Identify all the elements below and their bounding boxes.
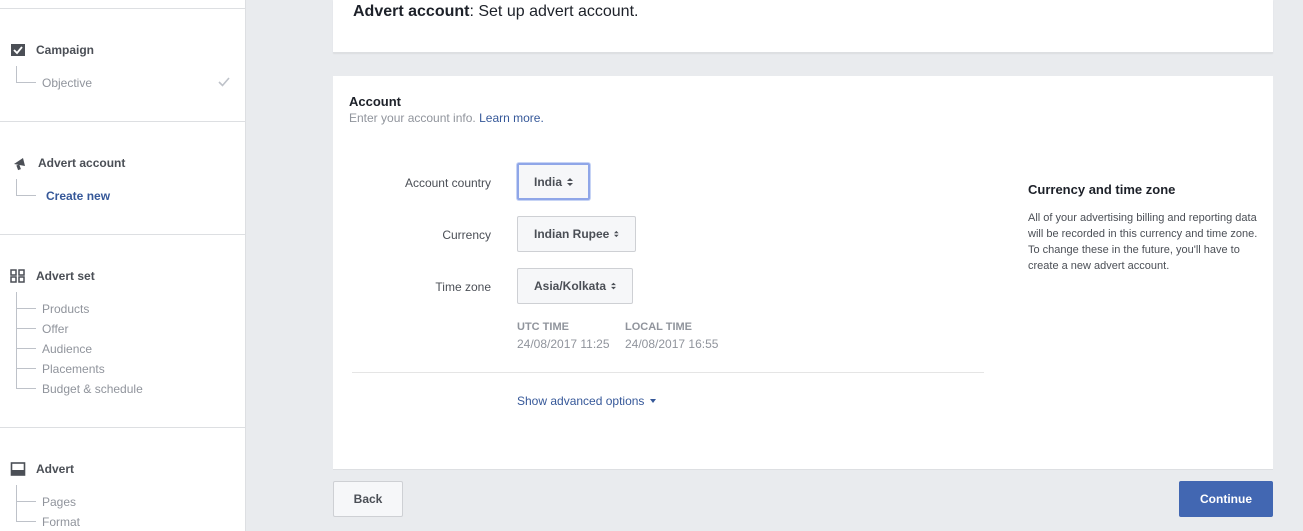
checkbox-icon [11,44,25,56]
divider [352,372,984,373]
currency-label: Currency [442,228,491,242]
local-time-value: 24/08/2017 16:55 [625,337,719,351]
tree-line [16,348,36,349]
tree-line [16,179,17,195]
tree-line [16,195,36,196]
back-button[interactable]: Back [333,481,403,517]
tree-line [16,485,17,521]
account-country-label: Account country [404,176,491,190]
account-country-select[interactable]: India [517,163,590,200]
tree-line [16,501,36,502]
sidebar-item-pages[interactable]: Pages [42,495,76,509]
time-zone-label: Time zone [435,280,491,294]
sidebar-section-title: Campaign [36,43,95,57]
account-card: Account Enter your account info. Learn m… [333,76,1273,470]
tree-line [16,328,36,329]
check-icon [218,77,230,87]
tree-line [16,82,36,83]
megaphone-icon [14,158,25,171]
tree-line [16,388,36,389]
sidebar-section-advert[interactable]: Advert [10,461,74,477]
tree-line [16,521,36,522]
sidebar-item-create-new[interactable]: Create new [46,189,110,203]
page-header-card: Advert account: Set up advert account. [333,0,1273,53]
sort-arrows-icon [611,282,616,290]
info-title: Currency and time zone [1028,182,1176,197]
tree-line [16,66,17,82]
sidebar-section-title: Advert [36,462,75,476]
sidebar-section-advert-account[interactable]: Advert account [10,155,125,171]
sidebar-section-title: Advert account [38,156,126,170]
sidebar-divider [0,121,246,122]
page-title: Advert account: Set up advert account. [353,3,639,20]
sort-arrows-icon [567,177,573,186]
continue-button[interactable]: Continue [1179,481,1273,517]
caret-down-icon [650,399,657,403]
tree-line [16,308,36,309]
sidebar-section-advert-set[interactable]: Advert set [10,268,95,284]
sidebar-item-budget-schedule[interactable]: Budget & schedule [42,382,143,396]
sidebar-divider [0,234,246,235]
sidebar-item-offer[interactable]: Offer [42,322,68,336]
account-subtitle: Enter your account info. Learn more. [349,111,544,125]
local-time-label: LOCAL TIME [625,321,693,333]
grid-icon [10,269,25,283]
sidebar-item-products[interactable]: Products [42,302,89,316]
sidebar-item-objective[interactable]: Objective [42,76,92,90]
advert-icon [10,462,26,476]
info-text: All of your advertising billing and repo… [1028,212,1258,272]
sidebar-section-title: Advert set [36,269,95,283]
utc-time-value: 24/08/2017 11:25 [517,337,610,351]
show-advanced-options-link[interactable]: Show advanced options [517,394,657,408]
sidebar-item-audience[interactable]: Audience [42,342,92,356]
time-zone-select[interactable]: Asia/Kolkata [517,268,633,304]
tree-line [16,368,36,369]
sidebar-section-campaign[interactable]: Campaign [10,42,94,58]
tree-line [16,292,17,388]
sidebar: Campaign Objective Advert account Create… [0,0,246,531]
learn-more-link[interactable]: Learn more. [479,111,544,125]
sidebar-divider [0,8,246,9]
sidebar-item-format[interactable]: Format [42,515,80,529]
sort-arrows-icon [614,230,619,238]
utc-time-label: UTC TIME [517,321,569,333]
sidebar-divider [0,427,246,428]
currency-select[interactable]: Indian Rupee [517,216,636,252]
account-title: Account [349,94,401,109]
sidebar-item-placements[interactable]: Placements [42,362,105,376]
